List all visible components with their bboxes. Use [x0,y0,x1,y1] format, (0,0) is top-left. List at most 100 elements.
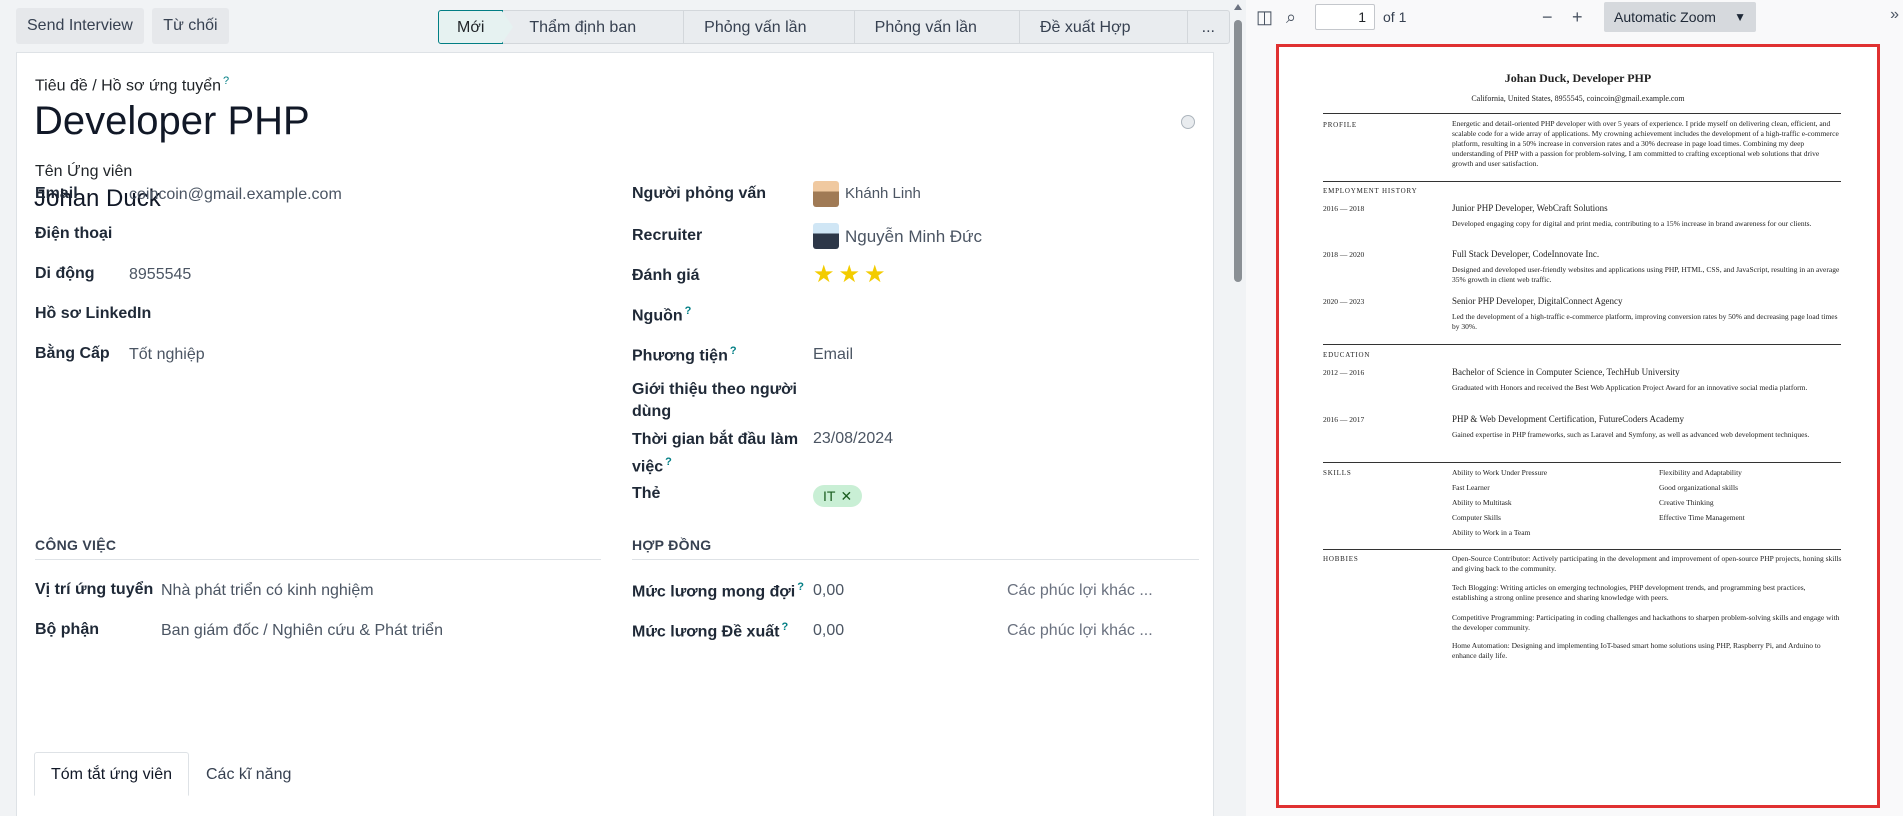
divider [1323,344,1841,345]
phone-field[interactable] [129,225,429,245]
job-desc: Designed and developed user-friendly web… [1452,265,1840,284]
tag-it: IT ✕ [813,485,863,507]
education-title: PHP & Web Development Certification, Fut… [1452,414,1684,424]
profile-text: Energetic and detail-oriented PHP develo… [1452,119,1839,168]
referral-label: Giới thiệu theo người dùng [632,381,797,420]
contract-section-heading: HỢP ĐỒNG [632,537,712,553]
medium-label: Phương tiện? [632,345,737,365]
job-date: 2016 — 2018 [1323,204,1365,213]
proposed-salary-label: Mức lương Đề xuất? [632,621,789,641]
zoom-select[interactable]: Automatic Zoom ▼ [1604,2,1756,32]
star-icon[interactable]: ★ [864,263,886,287]
zoom-value: Automatic Zoom [1614,9,1716,25]
department-label: Bộ phận [35,621,99,638]
recruiter-field[interactable]: Nguyễn Minh Đức [845,227,982,247]
divider [1323,181,1841,182]
interviewer-label: Người phỏng vấn [632,185,767,202]
divider [1323,113,1841,114]
skills-heading: SKILLS [1323,469,1352,477]
tab-applicant-summary[interactable]: Tóm tắt ứng viên [34,752,189,796]
zoom-in-icon[interactable]: + [1572,7,1583,27]
skill-item: Effective Time Management [1659,513,1745,522]
linkedin-field[interactable] [129,305,429,325]
divider [35,559,601,560]
star-icon[interactable]: ★ [839,263,861,287]
send-interview-button[interactable]: Send Interview [16,8,144,44]
pdf-toolbar: ◫ ⌕ 1 of 1 − + Automatic Zoom ▼ » [1246,0,1903,34]
search-icon[interactable]: ⌕ [1286,7,1296,27]
tag-label: IT [823,488,836,504]
education-date: 2012 — 2016 [1323,368,1365,377]
close-icon[interactable]: ✕ [840,488,852,504]
chevron-down-icon: ▼ [1734,10,1746,24]
start-date-label: Thời gian bắt đầu làm việc? [632,431,799,476]
stage-new[interactable]: Mới [438,10,516,44]
stage-more[interactable]: ... [1186,10,1230,44]
kanban-state-icon[interactable] [1181,115,1195,129]
pdf-viewer: ◫ ⌕ 1 of 1 − + Automatic Zoom ▼ » Johan D… [1246,0,1903,816]
job-date: 2018 — 2020 [1323,250,1365,259]
help-icon: ? [729,345,737,357]
hobby-item: Competitive Programming: Participating i… [1452,613,1840,632]
stage-pipeline: Mới Thẩm định ban đầu Phỏng vấn lần đầu … [438,10,1230,70]
referral-field[interactable] [813,385,1113,405]
profile-heading: PROFILE [1323,121,1357,129]
hobbies-heading: HOBBIES [1323,555,1359,563]
recruiter-avatar [813,223,839,249]
mobile-label: Di động [35,265,95,282]
stage-initial-qualification[interactable]: Thẩm định ban đầu [503,10,684,70]
help-icon: ? [223,75,230,87]
position-label: Vị trí ứng tuyển [35,581,154,598]
sidebar-toggle-icon[interactable]: ◫ [1256,7,1273,27]
start-date-field[interactable]: 23/08/2024 [813,430,893,448]
skill-item: Fast Learner [1452,483,1490,492]
stage-contract-proposal[interactable]: Đề xuất Hợp đồng [1018,10,1187,70]
job-title: Junior PHP Developer, WebCraft Solutions [1452,203,1608,213]
degree-field[interactable]: Tốt nghiệp [129,346,205,364]
skill-item: Ability to Work Under Pressure [1452,468,1548,477]
star-icon[interactable]: ★ [813,263,835,287]
help-icon: ? [797,581,804,593]
form-scrollbar[interactable] [1230,0,1246,816]
scrollbar-thumb[interactable] [1234,20,1242,282]
stage-second-interview[interactable]: Phỏng vấn lần hai [853,10,1019,70]
source-field[interactable] [813,305,1113,325]
source-label: Nguồn? [632,305,692,325]
help-icon: ? [684,305,692,317]
proposed-benefits-field[interactable]: Các phúc lợi khác ... [1007,622,1153,640]
form-sheet: Tiêu đề / Hồ sơ ứng tuyển? Developer PHP… [16,52,1214,816]
education-desc: Graduated with Honors and received the B… [1452,383,1808,392]
job-title: Full Stack Developer, CodeInnovate Inc. [1452,249,1600,259]
email-field[interactable]: coincoin@gmail.example.com [129,186,342,204]
expected-salary-field[interactable]: 0,00 [813,582,844,600]
job-section-heading: CÔNG VIỆC [35,537,117,553]
mobile-field[interactable]: 8955545 [129,266,191,284]
help-icon: ? [665,456,672,468]
notebook-tabs: Tóm tắt ứng viên Các kĩ năng [34,752,308,796]
refuse-button[interactable]: Từ chối [152,8,229,44]
more-tools-icon[interactable]: » [1890,6,1899,24]
interviewer-field[interactable]: Khánh Linh [845,185,921,202]
email-label: Email [35,185,78,202]
position-field[interactable]: Nhà phát triển có kinh nghiệm [161,582,374,600]
hobby-item: Tech Blogging: Writing articles on emerg… [1452,583,1806,602]
job-desc: Led the development of a high-traffic e-… [1452,312,1838,331]
tab-skills[interactable]: Các kĩ năng [189,752,308,796]
page-number-input[interactable]: 1 [1315,4,1375,30]
rating-label: Đánh giá [632,267,700,284]
resume-name: Johan Duck, Developer PHP [1504,71,1652,85]
hobby-item: Home Automation: Designing and implement… [1452,641,1821,660]
scroll-up-icon[interactable] [1234,4,1242,10]
expected-salary-label: Mức lương mong đợi? [632,581,804,601]
department-field[interactable]: Ban giám đốc / Nghiên cứu & Phát triển [161,622,443,640]
expected-benefits-field[interactable]: Các phúc lợi khác ... [1007,582,1153,600]
phone-label: Điện thoại [35,225,113,242]
skill-item: Creative Thinking [1659,498,1714,507]
medium-field[interactable]: Email [813,346,853,364]
action-bar: Send Interview Từ chối [16,8,233,44]
job-title-field[interactable]: Developer PHP [34,99,310,144]
zoom-out-icon[interactable]: − [1542,7,1553,27]
proposed-salary-field[interactable]: 0,00 [813,622,844,640]
stage-first-interview[interactable]: Phỏng vấn lần đầu [683,10,854,70]
title-label: Tiêu đề / Hồ sơ ứng tuyển? [35,75,230,95]
